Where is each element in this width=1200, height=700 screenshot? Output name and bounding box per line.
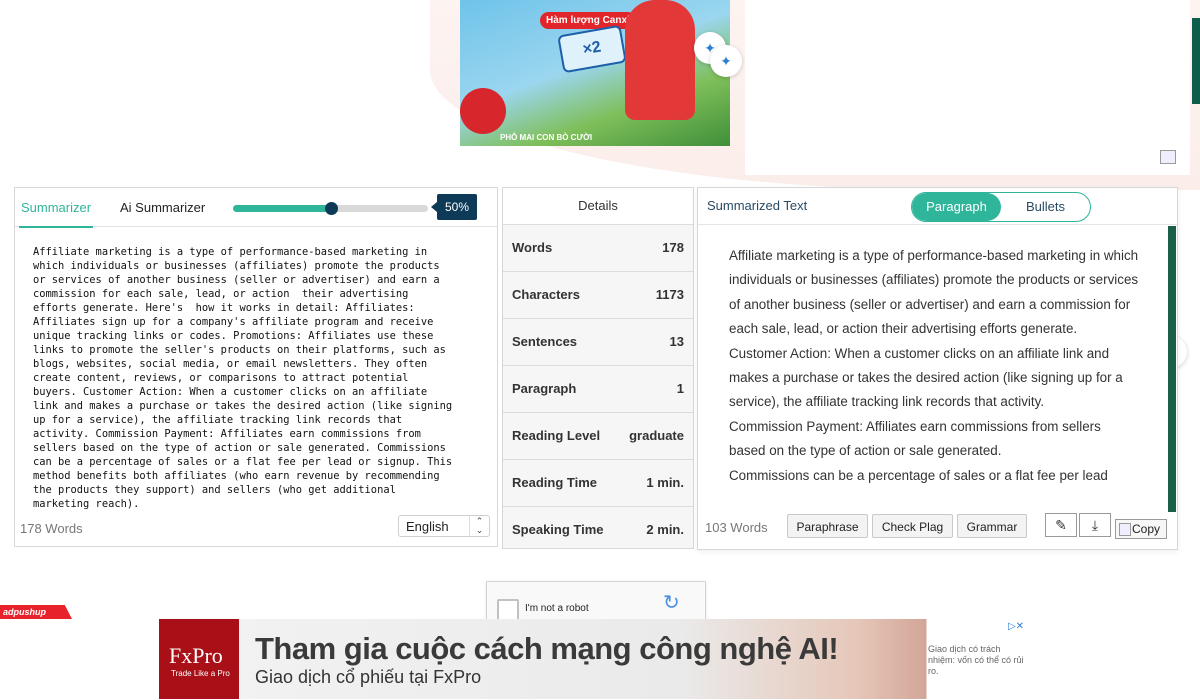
stat-row-sentences: Sentences 13 <box>503 319 693 366</box>
highlighter-icon[interactable]: ✎ <box>1045 513 1077 537</box>
stat-value: 1173 <box>655 287 684 302</box>
download-icon[interactable]: ⤓ <box>1079 513 1111 537</box>
stat-value: 1 min. <box>646 475 684 490</box>
copy-label: Copy <box>1132 522 1161 536</box>
stat-row-reading-time: Reading Time 1 min. <box>503 460 693 507</box>
output-scrollbar[interactable] <box>1168 226 1176 512</box>
stat-label: Paragraph <box>512 381 577 396</box>
ad-badge: Hàm lượng Canxi <box>540 12 636 29</box>
fxpro-tagline: Trade Like a Pro <box>171 669 230 678</box>
water-drop-icon[interactable]: ✦ <box>710 45 742 77</box>
stat-value: graduate <box>629 428 684 443</box>
paraphrase-button[interactable]: Paraphrase <box>787 514 868 538</box>
adpushup-label[interactable]: adpushup <box>0 605 72 619</box>
recaptcha-checkbox[interactable] <box>497 599 519 621</box>
stat-value: 1 <box>676 381 684 396</box>
output-title: Summarized Text <box>707 198 808 213</box>
tab-summarizer[interactable]: Summarizer <box>18 200 94 228</box>
fxpro-brand: FxPro <box>169 643 223 668</box>
ad-milk-graphic: ×2 <box>557 24 627 74</box>
stat-label: Words <box>512 240 553 255</box>
stat-value: 178 <box>662 240 684 255</box>
ad-headline: Tham gia cuộc cách mạng công nghệ AI! <box>255 631 839 666</box>
language-select[interactable]: English ⌃ ⌄ <box>398 515 490 537</box>
stat-row-words: Words 178 <box>503 225 693 272</box>
language-selected: English <box>406 519 449 534</box>
format-toggle: Paragraph Bullets <box>911 192 1091 222</box>
tab-ai-summarizer[interactable]: Ai Summarizer <box>120 200 205 215</box>
output-panel: Summarized Text Paragraph Bullets Affili… <box>697 187 1178 550</box>
ad-choices-icon[interactable]: ▷✕ <box>1003 621 1029 633</box>
summary-output: Affiliate marketing is a type of perform… <box>729 244 1139 508</box>
toggle-bullets[interactable]: Bullets <box>1001 193 1090 221</box>
stat-row-paragraph: Paragraph 1 <box>503 366 693 413</box>
stat-row-reading-level: Reading Level graduate <box>503 413 693 460</box>
ad-cow-logo <box>460 88 506 134</box>
output-word-count: 103 Words <box>705 520 768 535</box>
input-panel: Summarizer Ai Summarizer 50% Affiliate m… <box>14 187 498 547</box>
slider-fill <box>233 205 331 212</box>
summary-paragraph: Customer Action: When a customer clicks … <box>729 345 1123 410</box>
stat-value: 13 <box>669 334 684 349</box>
chevron-updown-icon: ⌃ ⌄ <box>469 516 489 536</box>
recaptcha-label: I'm not a robot <box>525 603 589 614</box>
ad-child-figure <box>625 0 695 120</box>
summarizer-tabs: Summarizer Ai Summarizer 50% <box>15 188 497 228</box>
stat-row-characters: Characters 1173 <box>503 272 693 319</box>
stat-row-speaking-time: Speaking Time 2 min. <box>503 507 693 553</box>
details-panel: Details Words 178 Characters 1173 Senten… <box>502 187 694 549</box>
copy-button[interactable]: Copy <box>1115 519 1167 539</box>
stat-value: 2 min. <box>646 522 684 537</box>
ad-subline: Giao dịch cổ phiếu tại FxPro <box>255 667 482 687</box>
summary-paragraph: Commission Payment: Affiliates earn comm… <box>729 418 1101 459</box>
check-plag-button[interactable]: Check Plag <box>872 514 953 538</box>
input-word-count: 178 Words <box>20 521 83 536</box>
toggle-paragraph[interactable]: Paragraph <box>912 193 1001 221</box>
edge-scroll-bar[interactable] <box>1192 18 1200 104</box>
bottom-advertisement[interactable]: FxPro Trade Like a Pro Tham gia cuộc các… <box>159 619 1031 699</box>
stat-label: Reading Time <box>512 475 598 490</box>
summary-length-slider[interactable] <box>233 202 428 215</box>
summary-paragraph: Affiliate marketing is a type of perform… <box>729 248 1139 337</box>
slider-percent-badge: 50% <box>431 194 477 220</box>
ad-brand-text: PHÔ MAI CON BÒ CƯỜI <box>500 133 593 142</box>
details-title: Details <box>503 188 693 225</box>
summary-paragraph: Commissions can be a percentage of sales… <box>729 467 1108 483</box>
broken-image-icon <box>1160 150 1176 164</box>
stat-label: Reading Level <box>512 428 601 443</box>
input-textarea[interactable]: Affiliate marketing is a type of perform… <box>33 245 481 511</box>
grammar-button[interactable]: Grammar <box>957 514 1027 538</box>
slider-thumb[interactable] <box>324 202 338 215</box>
stat-label: Characters <box>512 287 580 302</box>
stat-label: Speaking Time <box>512 522 604 537</box>
stat-label: Sentences <box>512 334 578 349</box>
output-header: Summarized Text Paragraph Bullets <box>698 188 1177 225</box>
header-background-white <box>745 0 1190 175</box>
top-advertisement[interactable]: Hàm lượng Canxi ×2 PHÔ MAI CON BÒ CƯỜI <box>460 0 730 146</box>
fxpro-logo: FxPro Trade Like a Pro <box>159 619 239 699</box>
ad-disclaimer: Giao dịch có trách nhiệm: vốn có thể có … <box>928 644 1024 676</box>
recaptcha-logo-icon: ↻ <box>663 592 680 614</box>
